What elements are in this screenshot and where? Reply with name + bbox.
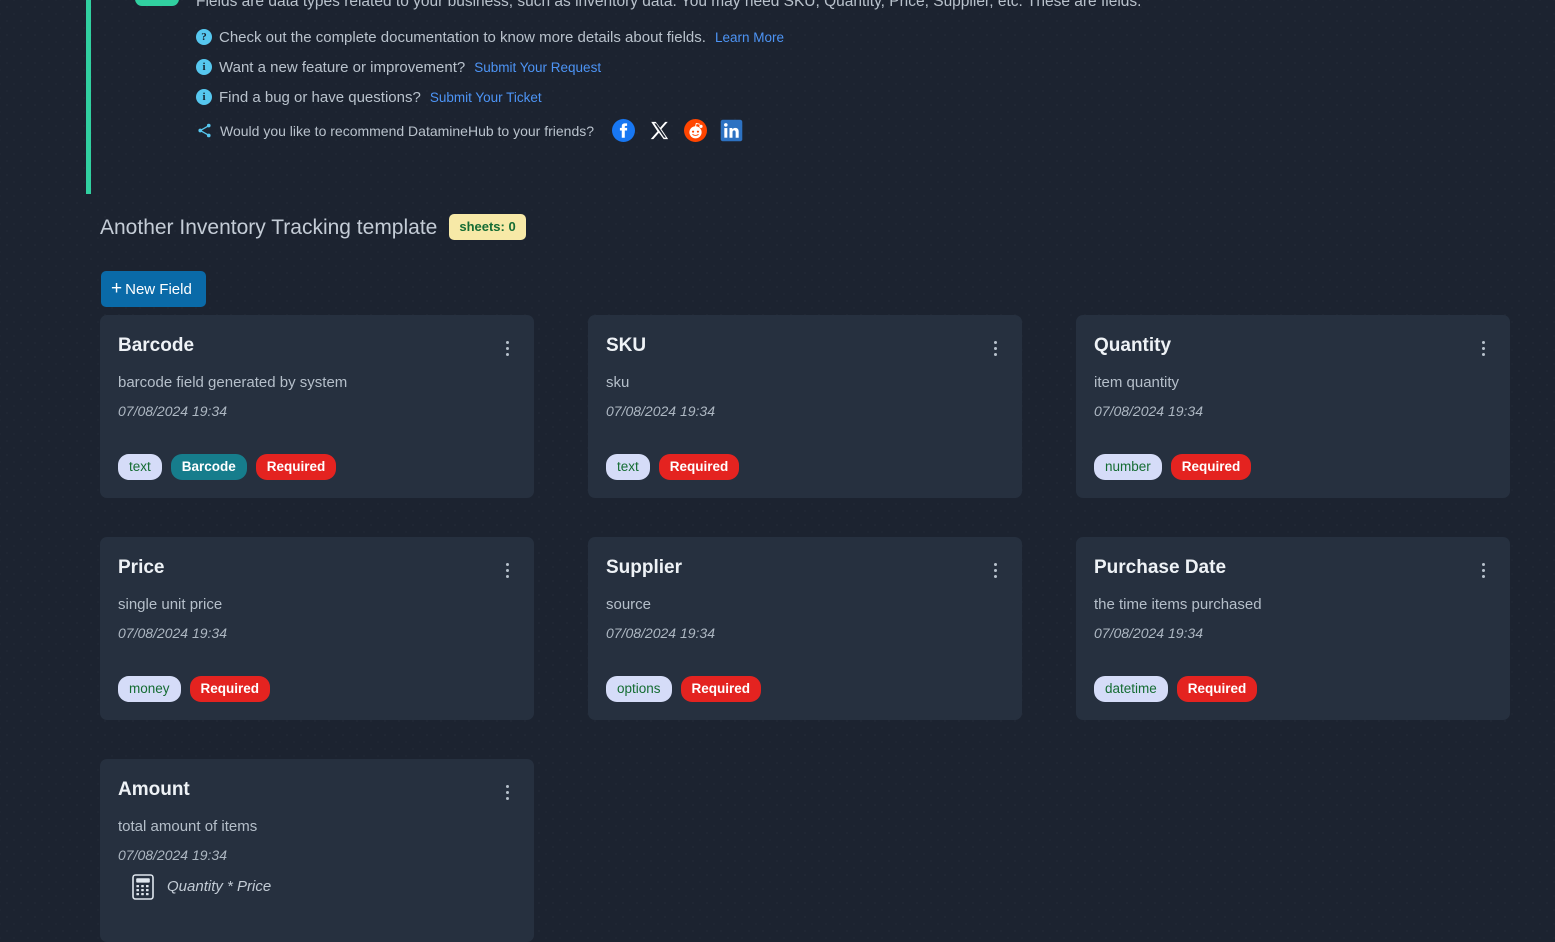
learn-more-link[interactable]: Learn More [715,30,784,45]
field-card-timestamp: 07/08/2024 19:34 [606,625,715,641]
field-card-tags: options Required [606,675,762,702]
field-card[interactable]: Price single unit price 07/08/2024 19:34 mo… [100,537,534,720]
field-card-header: Amount [118,779,512,803]
field-card-title: Barcode [118,335,195,356]
field-card-tags: number Required [1094,453,1252,480]
field-tag-type: options [606,675,672,702]
field-card[interactable]: Amount total amount of items 07/08/2024 19… [100,759,534,942]
field-card-title: Quantity [1094,335,1172,356]
social-links [612,119,743,143]
field-card-header: SKU [606,335,1000,359]
submit-request-link[interactable]: Submit Your Request [474,60,601,75]
field-tag-type: text [606,453,650,480]
banner-row-feature-request: i Want a new feature or improvement? Sub… [196,58,1456,76]
field-card[interactable]: Quantity item quantity 07/08/2024 19:34 num… [1076,315,1510,498]
info-icon: i [196,89,212,106]
field-card-timestamp: 07/08/2024 19:34 [1094,625,1203,641]
field-card-tags: text Barcode Required [118,453,337,480]
field-card-header: Supplier [606,557,1000,581]
field-card-timestamp: 07/08/2024 19:34 [118,403,227,419]
banner-row-bug-report: i Find a bug or have questions? Submit Y… [196,88,1456,106]
field-card-header: Barcode [118,335,512,359]
field-tag-required: Required [658,453,740,480]
submit-ticket-link[interactable]: Submit Your Ticket [430,90,542,105]
field-card-menu-icon[interactable] [1474,337,1492,359]
field-card-description: sku [606,374,630,391]
field-card-title: Price [118,557,165,578]
share-prompt-text: Would you like to recommend DatamineHub … [220,122,595,139]
field-card-tags: text Required [606,453,740,480]
field-card-tags: datetime Required [1094,675,1258,702]
field-card-menu-icon[interactable] [498,781,516,803]
field-card-menu-icon[interactable] [1474,559,1492,581]
x-twitter-icon[interactable] [648,119,671,142]
page-title: Another Inventory Tracking template [100,215,438,239]
info-banner: Fields are data types related to your bu… [86,0,1466,194]
field-card-menu-icon[interactable] [986,559,1004,581]
field-card-formula-text: Quantity * Price [167,877,272,895]
banner-row-text: Want a new feature or improvement? [219,58,466,76]
field-tag-required: Required [680,675,762,702]
question-icon: ? [196,29,212,46]
field-card-title: SKU [606,335,647,356]
field-card-description: the time items purchased [1094,596,1262,613]
field-tag-required: Required [1176,675,1258,702]
new-field-button-label: New Field [125,280,192,298]
field-card[interactable]: Barcode barcode field generated by system… [100,315,534,498]
field-card-menu-icon[interactable] [498,337,516,359]
banner-content: Fields are data types related to your bu… [196,0,1456,156]
field-tag-required: Required [255,453,337,480]
field-card[interactable]: Purchase Date the time items purchased 07/… [1076,537,1510,720]
field-card[interactable]: Supplier source 07/08/2024 19:34 options Req… [588,537,1022,720]
plus-icon: + [111,277,123,299]
calculator-icon [132,873,154,900]
share-icon [198,123,211,138]
field-card-timestamp: 07/08/2024 19:34 [118,625,227,641]
field-tag-type: datetime [1094,675,1168,702]
field-card-header: Quantity [1094,335,1488,359]
field-card-header: Price [118,557,512,581]
banner-row-text: Check out the complete documentation to … [219,28,706,46]
linkedin-icon[interactable] [720,119,743,142]
banner-row-documentation: ? Check out the complete documentation t… [196,28,1456,46]
field-card-description: item quantity [1094,374,1180,391]
banner-row-text: Find a bug or have questions? [219,88,421,106]
facebook-icon[interactable] [612,119,636,143]
field-card-timestamp: 07/08/2024 19:34 [1094,403,1203,419]
field-card-tags: money Required [118,675,271,702]
field-tag-type: number [1094,453,1162,480]
field-card-timestamp: 07/08/2024 19:34 [118,847,227,863]
banner-lead-text: Fields are data types related to your bu… [196,0,1142,10]
field-card-description: barcode field generated by system [118,374,348,391]
banner-row-share: Would you like to recommend DatamineHub … [196,119,1456,143]
field-card-header: Purchase Date [1094,557,1488,581]
reddit-icon[interactable] [684,119,708,143]
field-card-description: source [606,596,652,613]
field-tag-type: text [118,453,162,480]
banner-status-badge [135,0,179,6]
new-field-button[interactable]: + New Field [101,271,206,307]
field-card-menu-icon[interactable] [986,337,1004,359]
field-tag-type: money [118,675,181,702]
field-card-description: total amount of items [118,818,258,835]
field-card-formula: Quantity * Price [132,873,512,900]
info-icon: i [196,59,212,76]
field-cards-grid: Barcode barcode field generated by system… [100,315,1512,942]
field-card-title: Amount [118,779,190,800]
sheets-count-badge: sheets: 0 [449,214,526,240]
field-card-description: single unit price [118,596,223,613]
field-card-title: Supplier [606,557,683,578]
field-tag-required: Required [1170,453,1252,480]
field-card-timestamp: 07/08/2024 19:34 [606,403,715,419]
section-header: Another Inventory Tracking template shee… [100,214,526,240]
field-tag-required: Required [189,675,271,702]
field-card[interactable]: SKU sku 07/08/2024 19:34 text Required [588,315,1022,498]
field-card-menu-icon[interactable] [498,559,516,581]
field-tag-special: Barcode [170,453,247,480]
field-card-title: Purchase Date [1094,557,1227,578]
